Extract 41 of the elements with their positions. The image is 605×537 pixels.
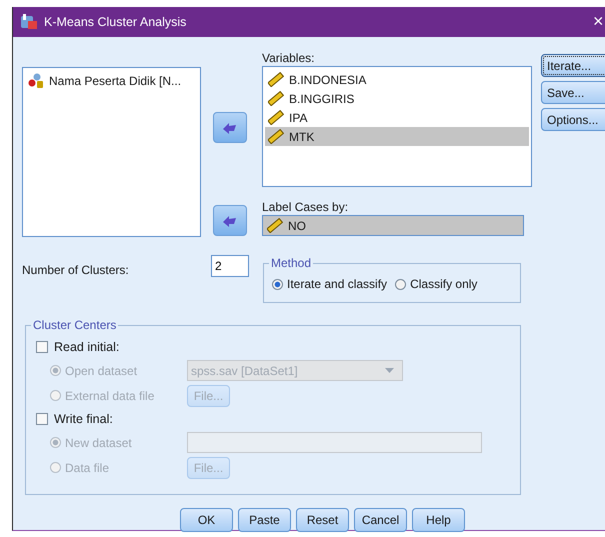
- source-variable-list[interactable]: Nama Peserta Didik [N...: [22, 67, 201, 237]
- arrow-left-icon: [222, 122, 238, 134]
- dataset-name-field[interactable]: [187, 432, 482, 453]
- clusters-label: Number of Clusters:: [22, 263, 130, 277]
- label-cases-field[interactable]: NO: [262, 215, 524, 236]
- dialog-button[interactable]: Reset: [296, 508, 349, 532]
- clusters-input[interactable]: 2: [211, 255, 249, 277]
- dropdown-arrow-icon: [385, 368, 394, 373]
- nominal-variable-icon: [28, 73, 44, 88]
- variables-label: Variables:: [262, 50, 316, 66]
- arrow-left-icon: [222, 214, 238, 226]
- ruler-icon: [268, 72, 284, 87]
- checkbox-option[interactable]: Read initial:: [36, 336, 520, 358]
- radio-option[interactable]: Iterate and classify: [272, 277, 388, 291]
- ruler-icon: [268, 129, 284, 144]
- dialog-button[interactable]: OK: [180, 508, 233, 532]
- move-button[interactable]: [213, 112, 247, 143]
- ruler-icon: [268, 91, 284, 106]
- dialog-button[interactable]: Iterate...: [541, 54, 605, 77]
- group-title: Method: [269, 256, 314, 270]
- ruler-icon: [268, 110, 284, 125]
- dialog-button[interactable]: Options...: [541, 108, 605, 131]
- dialog-button[interactable]: Cancel: [354, 508, 407, 532]
- ruler-icon: [267, 218, 283, 233]
- variable-item[interactable]: MTK: [265, 127, 529, 146]
- variable-item[interactable]: Nama Peserta Didik [N...: [25, 71, 198, 90]
- checkbox-option[interactable]: Write final:: [36, 408, 520, 430]
- dialog-button[interactable]: Paste: [238, 508, 291, 532]
- group-title: Cluster Centers: [31, 318, 118, 332]
- close-button[interactable]: ×: [593, 12, 604, 30]
- move-button[interactable]: [213, 205, 247, 236]
- window-title: K-Means Cluster Analysis: [44, 15, 186, 29]
- label-cases-label: Label Cases by:: [262, 199, 350, 215]
- radio-option[interactable]: Classify only: [395, 277, 478, 291]
- dialog-button[interactable]: Help: [412, 508, 465, 532]
- dialog-button[interactable]: Save...: [541, 81, 605, 104]
- variable-item[interactable]: IPA: [265, 108, 529, 127]
- variables-list[interactable]: B.INDONESIA B.INGGIRIS IPA MTK: [262, 66, 532, 187]
- app-icon: [20, 14, 38, 30]
- variable-item[interactable]: B.INDONESIA: [265, 70, 529, 89]
- variable-item[interactable]: B.INGGIRIS: [265, 89, 529, 108]
